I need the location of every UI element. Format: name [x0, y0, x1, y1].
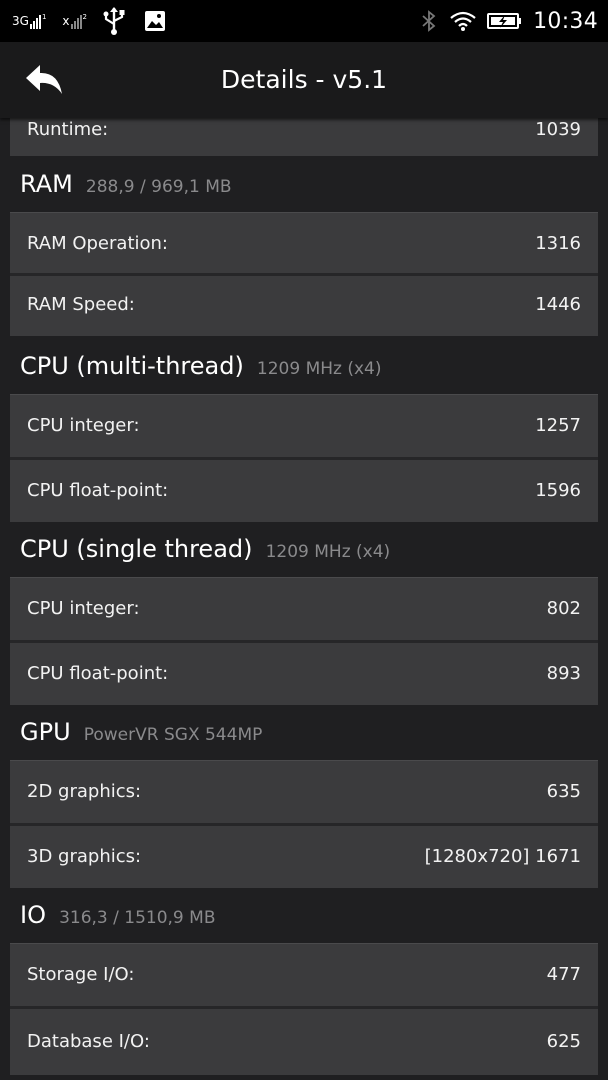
- row-value: 635: [546, 781, 581, 802]
- section-info: 1209 MHz (x4): [265, 542, 391, 562]
- action-bar: Details - v5.1: [0, 42, 608, 118]
- back-arrow-icon: [26, 65, 62, 94]
- list-item: 3D graphics: [1280x720] 1671: [10, 826, 598, 888]
- list-item: CPU integer: 1257: [10, 395, 598, 457]
- sim2-network-type: x: [62, 14, 70, 28]
- status-bar: 3G 1 x 2 10:34: [0, 0, 608, 42]
- page-title: Details - v5.1: [220, 65, 388, 94]
- usb-icon: [103, 7, 125, 35]
- cpu-single-card: CPU integer: 802 CPU float-point: 893: [10, 577, 598, 705]
- section-info: PowerVR SGX 544MP: [83, 725, 263, 745]
- sim1-network-type: 3G: [12, 14, 29, 28]
- back-button[interactable]: [20, 60, 68, 100]
- section-header-cpu-single: CPU (single thread) 1209 MHz (x4): [20, 535, 390, 563]
- bluetooth-icon: [422, 10, 436, 32]
- status-left-icons: 3G 1 x 2: [12, 0, 167, 42]
- wifi-icon: [450, 11, 476, 31]
- list-item: CPU float-point: 893: [10, 643, 598, 705]
- row-value: [1280x720] 1671: [424, 846, 581, 867]
- section-title: CPU (multi-thread): [20, 352, 244, 380]
- row-value: 802: [546, 598, 581, 619]
- section-header-cpu-multi: CPU (multi-thread) 1209 MHz (x4): [20, 352, 382, 380]
- runtime-card: Runtime: 1039: [10, 118, 598, 156]
- section-header-gpu: GPU PowerVR SGX 544MP: [20, 718, 262, 746]
- sim1-index: 1: [41, 13, 47, 21]
- row-value: 477: [546, 964, 581, 985]
- list-item: RAM Speed: 1446: [10, 276, 598, 336]
- cpu-multi-card: CPU integer: 1257 CPU float-point: 1596: [10, 394, 598, 522]
- list-item: Database I/O: 625: [10, 1009, 598, 1075]
- gpu-card: 2D graphics: 635 3D graphics: [1280x720]…: [10, 760, 598, 888]
- signal-bars-empty-icon: [70, 13, 82, 29]
- sim1-signal: 3G 1: [12, 13, 46, 29]
- list-item: Storage I/O: 477: [10, 944, 598, 1006]
- section-title: RAM: [20, 170, 73, 198]
- section-header-io: IO 316,3 / 1510,9 MB: [20, 901, 215, 929]
- ram-card: RAM Operation: 1316 RAM Speed: 1446: [10, 212, 598, 336]
- details-list[interactable]: Runtime: 1039 RAM 288,9 / 969,1 MB RAM O…: [0, 118, 608, 1080]
- section-info: 1209 MHz (x4): [256, 359, 382, 379]
- list-item: CPU integer: 802: [10, 578, 598, 640]
- signal-bars-icon: [29, 13, 41, 29]
- row-value: 1257: [535, 415, 581, 436]
- list-item: Runtime: 1039: [10, 118, 598, 156]
- section-title: IO: [20, 901, 46, 929]
- list-item: 2D graphics: 635: [10, 761, 598, 823]
- row-label: RAM Operation:: [27, 233, 168, 254]
- row-value: 893: [546, 663, 581, 684]
- battery-charging-icon: [487, 13, 522, 29]
- list-item: RAM Operation: 1316: [10, 213, 598, 273]
- row-value: 625: [546, 1031, 581, 1052]
- section-info: 316,3 / 1510,9 MB: [59, 908, 216, 928]
- row-label: CPU float-point:: [27, 663, 169, 684]
- sim2-signal: x 2: [62, 13, 87, 29]
- row-label: Database I/O:: [27, 1031, 150, 1052]
- row-label: RAM Speed:: [27, 294, 135, 315]
- io-card: Storage I/O: 477 Database I/O: 625: [10, 943, 598, 1075]
- section-info: 288,9 / 969,1 MB: [85, 177, 232, 197]
- image-notification-icon: [144, 11, 165, 31]
- sim2-index: 2: [82, 13, 87, 21]
- clock: 10:34: [533, 8, 598, 34]
- row-label: Storage I/O:: [27, 964, 135, 985]
- section-header-ram: RAM 288,9 / 969,1 MB: [20, 170, 232, 198]
- row-value: 1316: [535, 233, 581, 254]
- status-right-icons: 10:34: [419, 0, 598, 42]
- section-title: CPU (single thread): [20, 535, 253, 563]
- row-label: Runtime:: [27, 119, 109, 140]
- row-label: 3D graphics:: [27, 846, 142, 867]
- row-label: CPU float-point:: [27, 480, 169, 501]
- list-item: CPU float-point: 1596: [10, 460, 598, 522]
- row-value: 1446: [535, 294, 581, 315]
- row-value: 1039: [535, 119, 581, 140]
- row-value: 1596: [535, 480, 581, 501]
- row-label: CPU integer:: [27, 415, 140, 436]
- row-label: CPU integer:: [27, 598, 140, 619]
- row-label: 2D graphics:: [27, 781, 142, 802]
- section-title: GPU: [20, 718, 71, 746]
